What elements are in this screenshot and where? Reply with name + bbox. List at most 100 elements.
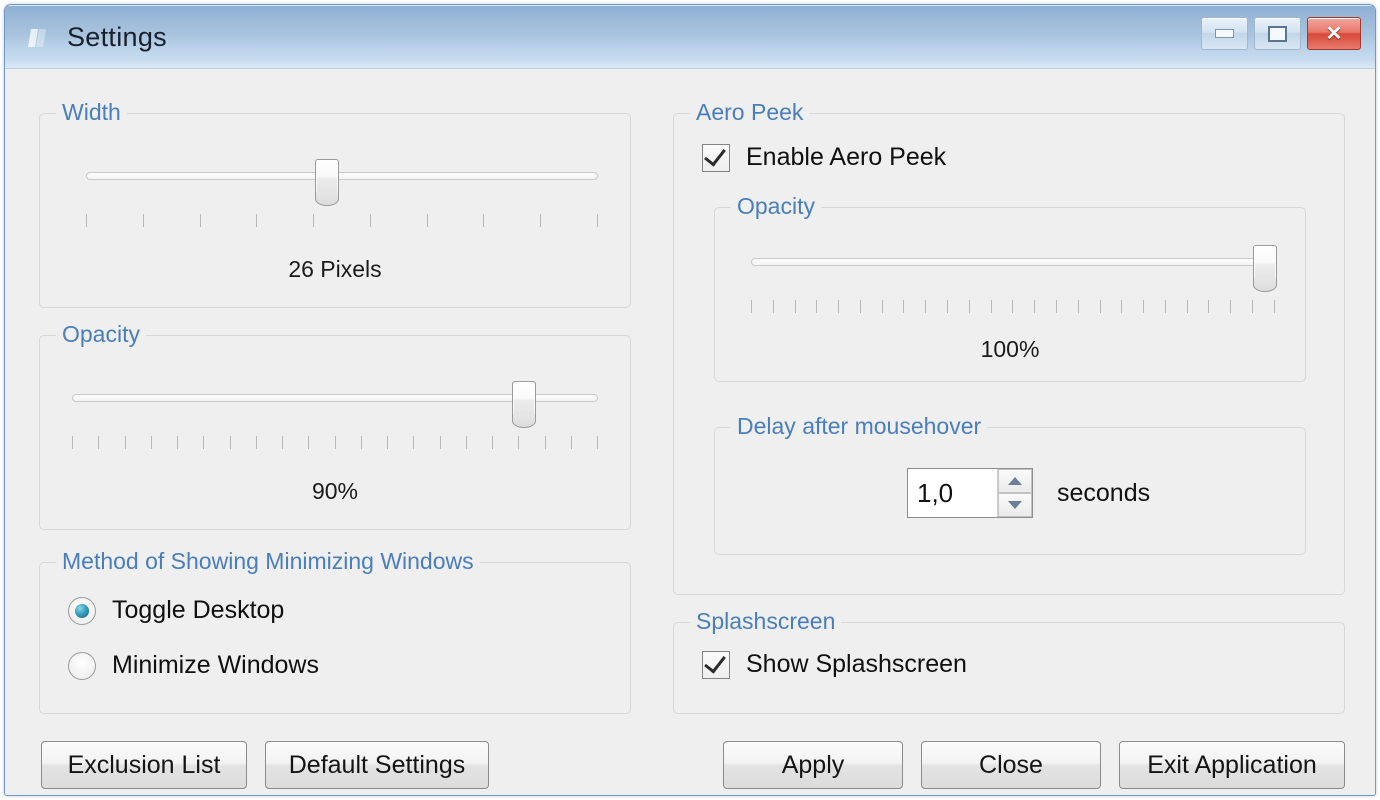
slider-tick <box>465 436 467 449</box>
slider-tick <box>255 436 257 449</box>
exclusion-list-button[interactable]: Exclusion List <box>41 741 247 789</box>
slider-tick <box>597 436 598 449</box>
slider-tick <box>483 214 485 227</box>
slider-tick <box>72 436 73 449</box>
checkbox-enable-aero-peek-label: Enable Aero Peek <box>746 143 947 171</box>
aero-peek-opacity-value-label: 100% <box>980 336 1040 362</box>
slider-tick <box>751 300 752 313</box>
slider-tick <box>1012 300 1014 313</box>
slider-tick <box>1186 300 1188 313</box>
slider-tick <box>544 436 546 449</box>
slider-tick <box>540 214 542 227</box>
slider-tick <box>1251 300 1253 313</box>
slider-tick <box>142 214 144 227</box>
slider-tick <box>203 436 205 449</box>
minimize-button[interactable] <box>1201 17 1248 50</box>
slider-tick <box>925 300 927 313</box>
aero-peek-opacity-group-title: Opacity <box>731 193 821 220</box>
aero-peek-group-title: Aero Peek <box>690 99 810 126</box>
default-settings-button[interactable]: Default Settings <box>265 741 489 789</box>
slider-tick <box>947 300 949 313</box>
slider-tick <box>859 300 861 313</box>
opacity-value-label: 90% <box>311 478 359 504</box>
exit-application-button[interactable]: Exit Application <box>1119 741 1345 789</box>
slider-tick <box>313 214 315 227</box>
radio-minimize-windows[interactable]: Minimize Windows <box>68 651 319 680</box>
slider-tick <box>98 436 100 449</box>
slider-tick <box>816 300 818 313</box>
slider-tick <box>1121 300 1123 313</box>
radio-toggle-desktop[interactable]: Toggle Desktop <box>68 596 284 625</box>
splashscreen-group-title: Splashscreen <box>690 608 842 635</box>
slider-tick <box>360 436 362 449</box>
slider-tick <box>968 300 970 313</box>
apply-button[interactable]: Apply <box>723 741 903 789</box>
slider-tick <box>229 436 231 449</box>
radio-toggle-desktop-indicator[interactable] <box>68 596 96 625</box>
width-group-title: Width <box>56 99 127 126</box>
checkbox-show-splashscreen-label: Show Splashscreen <box>746 650 967 678</box>
caption-button-group: ✕ <box>1201 17 1361 50</box>
checkbox-enable-aero-peek-box[interactable] <box>702 142 730 172</box>
slider-tick <box>990 300 992 313</box>
close-icon: ✕ <box>1325 22 1343 45</box>
minimize-icon <box>1215 29 1234 38</box>
close-button[interactable]: ✕ <box>1307 17 1361 50</box>
slider-tick <box>369 214 371 227</box>
slider-tick <box>838 300 840 313</box>
checkbox-show-splashscreen[interactable]: Show Splashscreen <box>702 649 967 679</box>
slider-tick <box>1055 300 1057 313</box>
opacity-group-title: Opacity <box>56 321 146 348</box>
aero-peek-group: Aero Peek Enable Aero Peek Opacity 100% <box>673 99 1345 595</box>
slider-tick <box>1034 300 1036 313</box>
slider-tick <box>282 436 283 449</box>
slider-tick <box>596 214 598 227</box>
maximize-button[interactable] <box>1254 17 1301 50</box>
slider-tick <box>256 214 258 227</box>
splashscreen-group: Splashscreen Show Splashscreen <box>673 608 1345 714</box>
slider-tick <box>1273 300 1275 313</box>
slider-tick <box>439 436 441 449</box>
slider-tick <box>124 436 126 449</box>
delay-spinner-up-button[interactable] <box>998 469 1032 493</box>
slider-tick <box>1230 300 1232 313</box>
delay-after-mousehover-group: Delay after mousehover 1,0 seconds <box>714 413 1306 555</box>
width-slider-thumb[interactable] <box>314 159 339 206</box>
slider-tick <box>150 436 152 449</box>
slider-tick <box>1099 300 1101 313</box>
app-icon <box>25 25 51 51</box>
slider-tick <box>518 436 520 449</box>
dialog-body: Width 26 Pixels Opacity 90% Method of Sh… <box>5 69 1375 795</box>
opacity-group: Opacity 90% <box>39 321 631 530</box>
aero-peek-opacity-group: Opacity 100% <box>714 193 1306 382</box>
title-bar: Settings ✕ <box>5 5 1375 69</box>
slider-tick <box>308 436 310 449</box>
width-group: Width 26 Pixels <box>39 99 631 308</box>
slider-tick <box>199 214 201 227</box>
slider-tick <box>794 300 796 313</box>
settings-window: Settings ✕ Width 26 Pixels Opacity 90% M… <box>4 4 1376 796</box>
delay-spinner-input[interactable]: 1,0 <box>908 469 997 517</box>
checkbox-enable-aero-peek[interactable]: Enable Aero Peek <box>702 142 947 172</box>
delay-after-mousehover-group-title: Delay after mousehover <box>731 413 988 440</box>
opacity-slider-thumb[interactable] <box>512 381 537 428</box>
aero-peek-opacity-slider-thumb[interactable] <box>1252 245 1277 292</box>
close-dialog-button[interactable]: Close <box>921 741 1101 789</box>
delay-units-label: seconds <box>1057 479 1151 507</box>
delay-spinner[interactable]: 1,0 <box>907 468 1033 518</box>
checkbox-show-splashscreen-box[interactable] <box>702 649 730 679</box>
chevron-up-icon <box>1008 477 1022 485</box>
slider-tick <box>881 300 883 313</box>
radio-minimize-windows-label: Minimize Windows <box>112 651 319 679</box>
delay-spinner-down-button[interactable] <box>998 493 1032 517</box>
aero-peek-opacity-slider-track[interactable] <box>751 258 1275 266</box>
width-slider-track[interactable] <box>86 172 598 180</box>
width-slider-ticks <box>86 214 598 227</box>
slider-tick <box>903 300 905 313</box>
slider-tick <box>387 436 388 449</box>
aero-peek-opacity-slider-ticks <box>751 300 1275 313</box>
slider-tick <box>492 436 493 449</box>
chevron-down-icon <box>1008 501 1022 509</box>
radio-minimize-windows-indicator[interactable] <box>68 651 96 680</box>
minimize-method-group: Method of Showing Minimizing Windows Tog… <box>39 548 631 714</box>
